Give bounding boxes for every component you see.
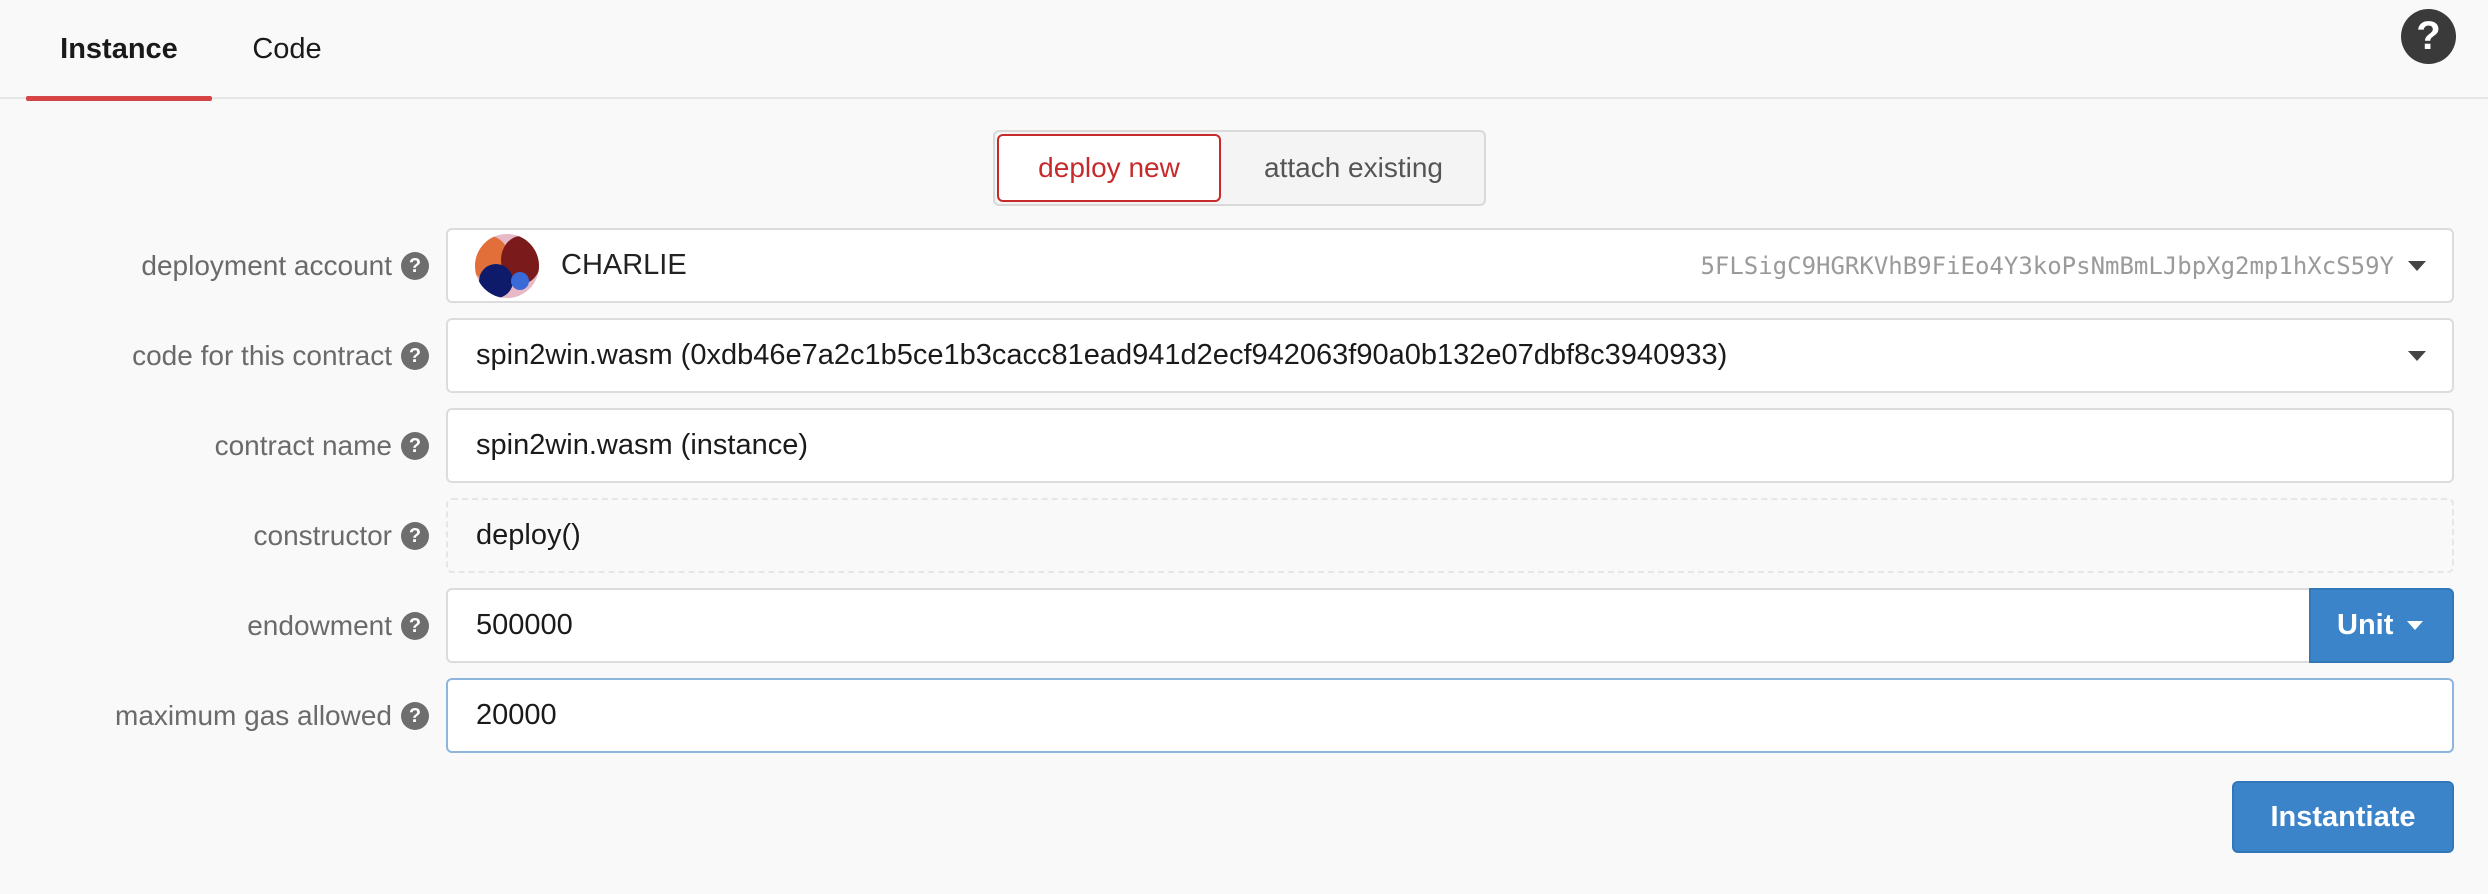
unit-dropdown-button[interactable]: Unit xyxy=(2309,588,2454,663)
tab-bar: Instance Code xyxy=(0,0,2488,101)
chevron-down-icon xyxy=(2408,350,2426,361)
deployment-account-label: deployment account xyxy=(141,249,392,281)
attach-existing-button[interactable]: attach existing xyxy=(1223,132,1484,204)
deployment-account-select[interactable]: CHARLIE 5FLSigC9HGRKVhB9FiEo4Y3koPsNmBmL… xyxy=(446,228,2454,303)
code-value: spin2win.wasm (0xdb46e7a2c1b5ce1b3cacc81… xyxy=(476,339,1728,371)
constructor-label: constructor xyxy=(253,519,393,551)
help-icon[interactable]: ? xyxy=(401,522,429,550)
help-icon[interactable]: ? xyxy=(401,612,429,640)
code-select[interactable]: spin2win.wasm (0xdb46e7a2c1b5ce1b3cacc81… xyxy=(446,318,2454,393)
contract-name-label: contract name xyxy=(214,429,392,461)
deploy-new-button[interactable]: deploy new xyxy=(997,134,1221,202)
mode-toggle: deploy new attach existing xyxy=(993,130,1486,206)
contract-name-input[interactable]: spin2win.wasm (instance) xyxy=(446,408,2454,483)
instantiate-button[interactable]: Instantiate xyxy=(2232,781,2454,853)
account-avatar xyxy=(475,233,539,298)
max-gas-value: 20000 xyxy=(476,699,557,731)
account-name: CHARLIE xyxy=(561,249,687,281)
unit-label: Unit xyxy=(2337,609,2394,641)
account-address: 5FLSigC9HGRKVhB9FiEo4Y3koPsNmBmLJbpXg2mp… xyxy=(1700,251,2394,280)
question-circle-icon[interactable]: ? xyxy=(2401,9,2456,64)
help-icon[interactable]: ? xyxy=(401,432,429,460)
help-icon[interactable]: ? xyxy=(401,342,429,370)
contract-name-value: spin2win.wasm (instance) xyxy=(476,429,809,461)
constructor-value: deploy() xyxy=(476,519,581,551)
endowment-input[interactable]: 500000 Unit xyxy=(446,588,2454,663)
endowment-label: endowment xyxy=(247,609,392,641)
endowment-value: 500000 xyxy=(476,609,573,641)
code-label: code for this contract xyxy=(132,339,392,371)
help-icon[interactable]: ? xyxy=(401,702,429,730)
chevron-down-icon xyxy=(2408,260,2426,271)
max-gas-label: maximum gas allowed xyxy=(115,699,392,731)
chevron-down-icon xyxy=(2407,621,2424,630)
tab-instance[interactable]: Instance xyxy=(26,0,212,101)
constructor-field: deploy() xyxy=(446,498,2454,573)
max-gas-input[interactable]: 20000 xyxy=(446,678,2454,753)
tab-code[interactable]: Code xyxy=(212,0,362,99)
help-icon[interactable]: ? xyxy=(401,252,429,280)
